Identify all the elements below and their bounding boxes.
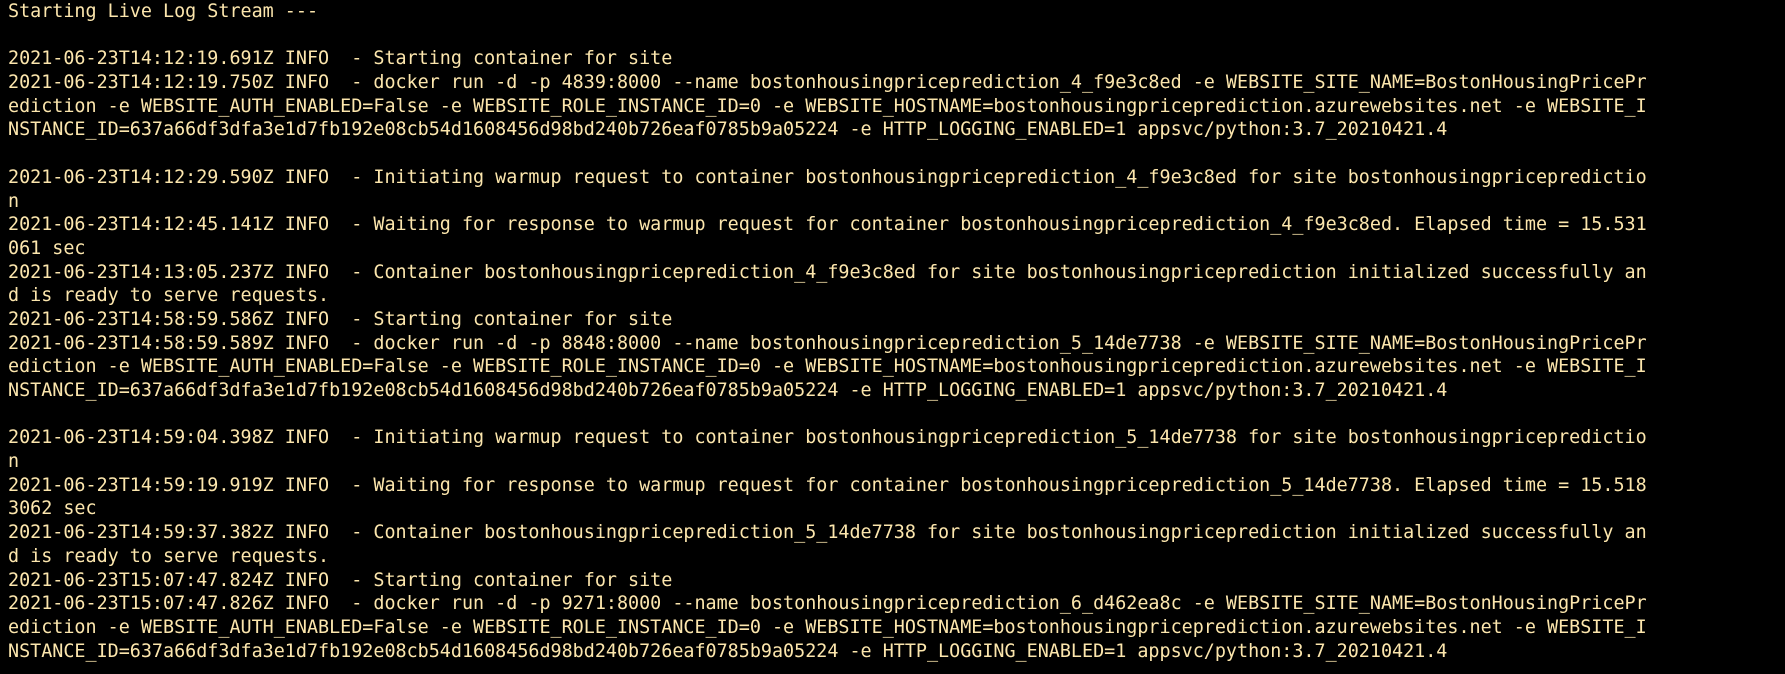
log-line: ediction -e WEBSITE_AUTH_ENABLED=False -…: [8, 616, 1647, 638]
log-line: 2021-06-23T14:59:04.398Z INFO - Initiati…: [8, 427, 1647, 449]
log-line: 2021-06-23T15:07:47.824Z INFO - Starting…: [8, 569, 673, 591]
log-line: ediction -e WEBSITE_AUTH_ENABLED=False -…: [8, 95, 1647, 117]
log-line: ediction -e WEBSITE_AUTH_ENABLED=False -…: [8, 356, 1647, 378]
log-line: 2021-06-23T14:59:19.919Z INFO - Waiting …: [8, 474, 1647, 496]
log-line: d is ready to serve requests.: [8, 285, 330, 307]
log-line: d is ready to serve requests.: [8, 545, 330, 567]
log-line: 2021-06-23T15:07:47.826Z INFO - docker r…: [8, 593, 1647, 615]
log-line: n: [8, 190, 20, 212]
log-line: 2021-06-23T14:58:59.586Z INFO - Starting…: [8, 308, 673, 330]
log-line: NSTANCE_ID=637a66df3dfa3e1d7fb192e08cb54…: [8, 380, 1448, 401]
log-line: NSTANCE_ID=637a66df3dfa3e1d7fb192e08cb54…: [8, 640, 1448, 662]
log-line: Starting Live Log Stream ---: [8, 1, 319, 22]
log-line: 2021-06-23T14:59:37.382Z INFO - Containe…: [8, 522, 1647, 544]
terminal-log-output[interactable]: Starting Live Log Stream --- 2021-06-23T…: [0, 0, 1785, 674]
log-line: 2021-06-23T14:12:19.691Z INFO - Starting…: [8, 48, 673, 70]
log-line: 2021-06-23T14:12:19.750Z INFO - docker r…: [8, 72, 1647, 94]
log-line: n: [8, 451, 20, 473]
log-line: 061 sec: [8, 237, 86, 259]
log-line: 2021-06-23T14:13:05.237Z INFO - Containe…: [8, 261, 1647, 283]
log-line: 3062 sec: [8, 498, 97, 520]
log-line: NSTANCE_ID=637a66df3dfa3e1d7fb192e08cb54…: [8, 119, 1448, 141]
log-line: 2021-06-23T14:12:45.141Z INFO - Waiting …: [8, 214, 1647, 236]
log-line: 2021-06-23T14:58:59.589Z INFO - docker r…: [8, 332, 1647, 354]
log-line: 2021-06-23T14:12:29.590Z INFO - Initiati…: [8, 166, 1647, 188]
